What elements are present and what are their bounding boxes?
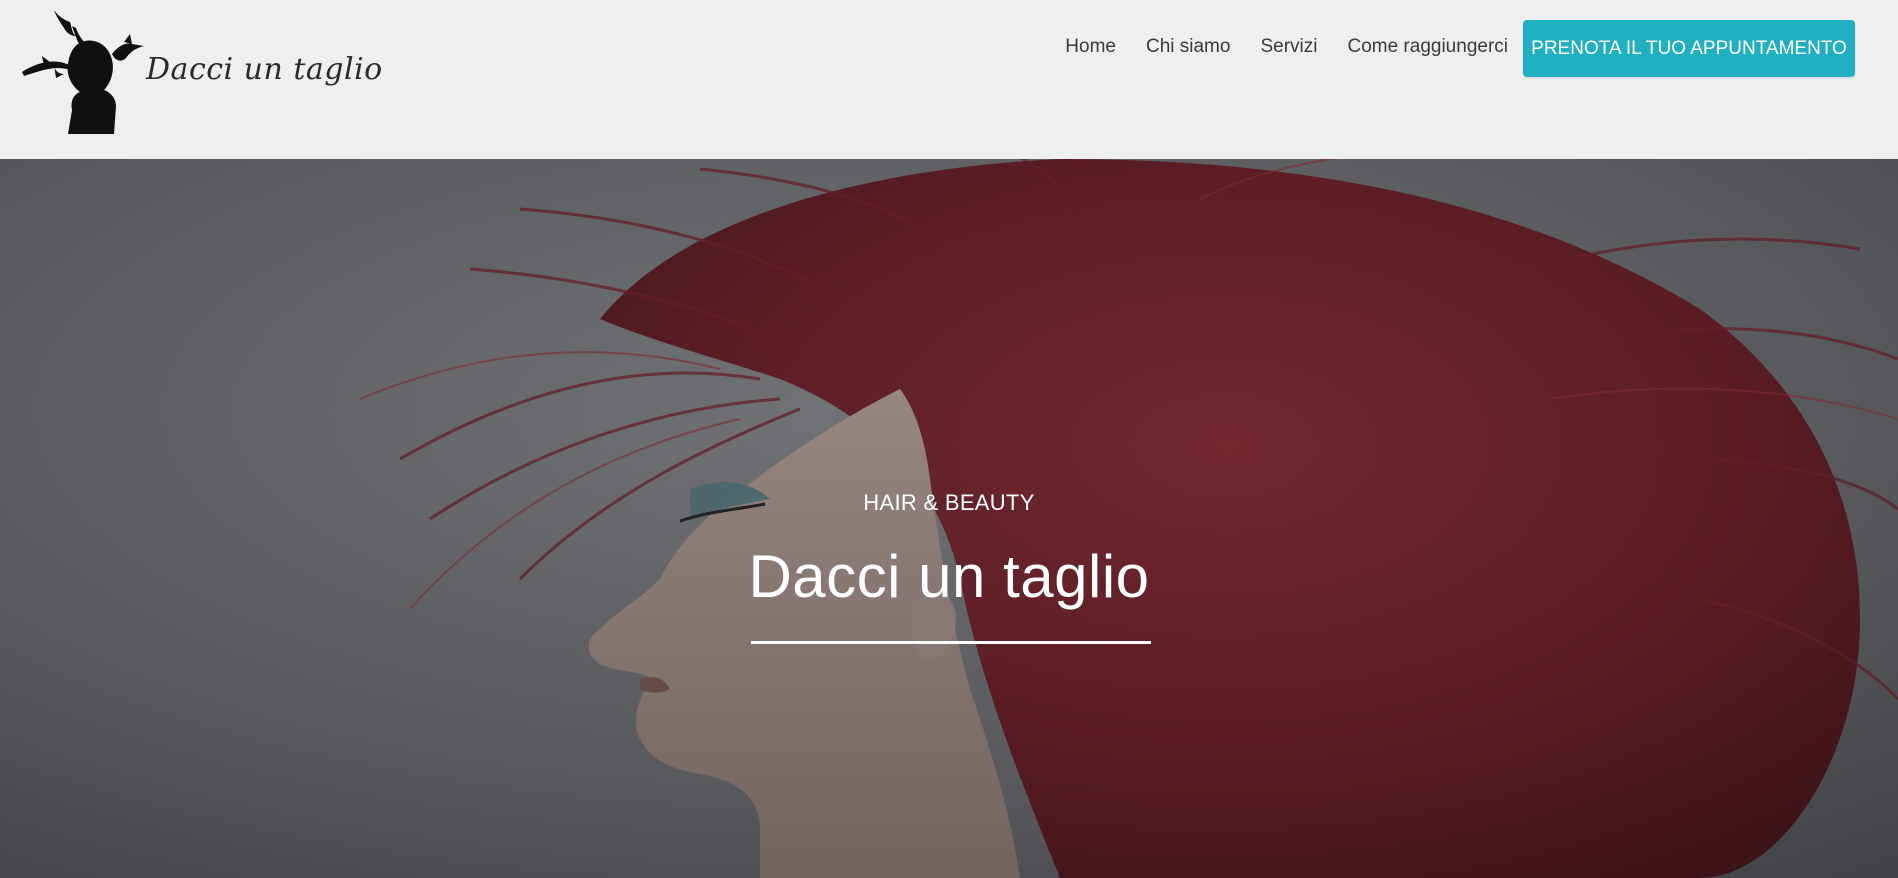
hero-eyebrow: HAIR & BEAUTY: [863, 490, 1035, 515]
hero-content: HAIR & BEAUTY Dacci un taglio: [0, 159, 1898, 878]
hero-title: Dacci un taglio: [748, 543, 1150, 610]
nav-come-raggiungerci[interactable]: Come raggiungerci: [1347, 36, 1508, 58]
woman-silhouette-with-birds-icon: [22, 10, 144, 134]
site-logo-link[interactable]: Dacci un taglio: [20, 6, 382, 136]
nav-servizi[interactable]: Servizi: [1260, 36, 1317, 58]
logo-text: Dacci un taglio: [146, 52, 383, 87]
nav-home[interactable]: Home: [1065, 36, 1116, 58]
hero-title-divider: [751, 641, 1151, 644]
nav-chi-siamo[interactable]: Chi siamo: [1146, 36, 1230, 58]
book-appointment-button[interactable]: PRENOTA IL TUO APPUNTAMENTO: [1523, 20, 1855, 77]
hero-section: HAIR & BEAUTY Dacci un taglio: [0, 159, 1898, 878]
main-nav: Home Chi siamo Servizi Come raggiungerci: [1065, 36, 1508, 58]
site-header: Dacci un taglio Home Chi siamo Servizi C…: [0, 0, 1898, 159]
